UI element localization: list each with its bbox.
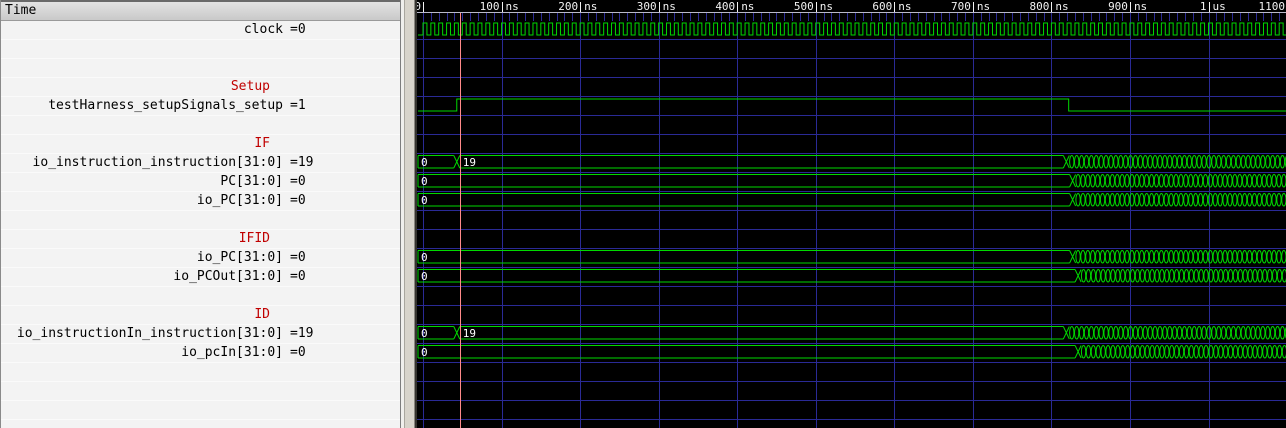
signal-value: =0 bbox=[290, 21, 306, 39]
wave-panel[interactable]: 0 19 0 0 0 0 0 19 0 0100ns200ns300ns400ns500ns60… bbox=[417, 0, 1286, 428]
bus-value-label: 19 bbox=[463, 327, 476, 340]
blank-row bbox=[1, 59, 400, 78]
signal-name: PC[31:0] bbox=[220, 173, 283, 191]
signal-value: =19 bbox=[290, 325, 313, 343]
signal-value: =0 bbox=[290, 249, 306, 267]
signal-name: testHarness_setupSignals_setup bbox=[48, 97, 283, 115]
signal-value: =1 bbox=[290, 97, 306, 115]
signals-panel: Time clock =0 SetuptestHarness_setupSignal… bbox=[0, 0, 400, 428]
group-label-row[interactable]: Setup bbox=[1, 78, 400, 97]
signal-value: =19 bbox=[290, 154, 313, 172]
signals-scrollbar[interactable] bbox=[400, 0, 417, 428]
bus-value-label: 0 bbox=[421, 327, 428, 340]
group-label-row[interactable]: IF bbox=[1, 135, 400, 154]
signal-row[interactable]: io_PC[31:0] =0 bbox=[1, 249, 400, 268]
blank-row bbox=[1, 287, 400, 306]
signal-name: io_instructionIn_instruction[31:0] bbox=[17, 325, 283, 343]
gtkwave-window: Time clock =0 SetuptestHarness_setupSignal… bbox=[0, 0, 1286, 428]
signal-name: io_instruction_instruction[31:0] bbox=[33, 154, 283, 172]
signal-name: io_PC[31:0] bbox=[197, 249, 283, 267]
group-label: Setup bbox=[231, 78, 270, 96]
signal-value: =0 bbox=[290, 268, 306, 286]
blank-row bbox=[1, 401, 400, 420]
blank-row bbox=[1, 382, 400, 401]
signal-row[interactable]: io_instruction_instruction[31:0] =19 bbox=[1, 154, 400, 173]
signal-row[interactable]: io_PCOut[31:0] =0 bbox=[1, 268, 400, 287]
signal-row[interactable]: io_PC[31:0] =0 bbox=[1, 192, 400, 211]
signal-row[interactable]: io_instructionIn_instruction[31:0] =19 bbox=[1, 325, 400, 344]
signal-name: io_PCOut[31:0] bbox=[173, 268, 283, 286]
signal-name: clock bbox=[244, 21, 283, 39]
blank-row bbox=[1, 211, 400, 230]
bus-value-label: 0 bbox=[421, 346, 428, 359]
signal-row[interactable]: PC[31:0] =0 bbox=[1, 173, 400, 192]
bus-value-label: 0 bbox=[421, 175, 428, 188]
signal-list: clock =0 SetuptestHarness_setupSignals_set… bbox=[1, 21, 400, 420]
signal-name: io_PC[31:0] bbox=[197, 192, 283, 210]
group-label-row[interactable]: ID bbox=[1, 306, 400, 325]
blank-row bbox=[1, 363, 400, 382]
blank-row bbox=[1, 40, 400, 59]
bus-value-label: 0 bbox=[421, 270, 428, 283]
group-label: IFID bbox=[239, 230, 270, 248]
blank-row bbox=[1, 116, 400, 135]
waveform-canvas[interactable]: 0 19 0 0 0 0 0 19 0 bbox=[417, 0, 1286, 428]
bus-value-label: 0 bbox=[421, 156, 428, 169]
signal-row[interactable]: io_pcIn[31:0] =0 bbox=[1, 344, 400, 363]
bus-value-label: 19 bbox=[463, 156, 476, 169]
timeline: 0100ns200ns300ns400ns500ns600ns700ns800n… bbox=[417, 0, 1286, 12]
group-label: ID bbox=[254, 306, 270, 324]
group-label: IF bbox=[254, 135, 270, 153]
signal-value: =0 bbox=[290, 173, 306, 191]
bus-value-label: 0 bbox=[421, 251, 428, 264]
signal-value: =0 bbox=[290, 344, 306, 362]
signal-name: io_pcIn[31:0] bbox=[181, 344, 283, 362]
time-header: Time bbox=[1, 0, 400, 21]
bus-value-label: 0 bbox=[421, 194, 428, 207]
signal-row[interactable]: testHarness_setupSignals_setup =1 bbox=[1, 97, 400, 116]
signal-value: =0 bbox=[290, 192, 306, 210]
group-label-row[interactable]: IFID bbox=[1, 230, 400, 249]
signal-row[interactable]: clock =0 bbox=[1, 21, 400, 40]
